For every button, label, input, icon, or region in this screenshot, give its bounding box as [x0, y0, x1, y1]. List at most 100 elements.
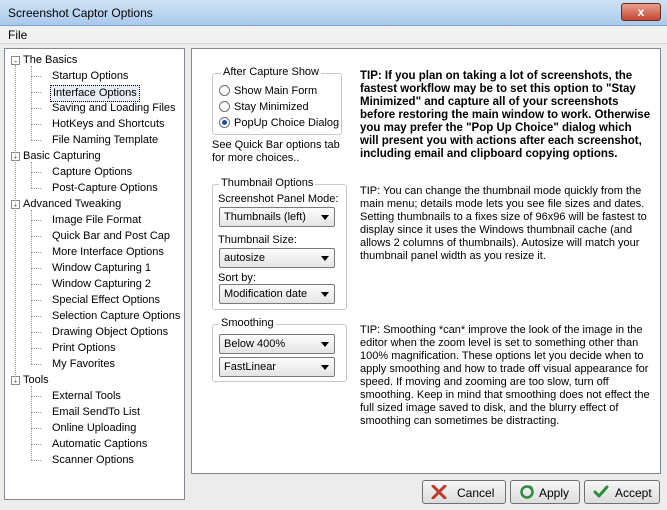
tree-connector	[31, 396, 41, 397]
tree-connector	[31, 162, 32, 188]
radio-show-main-form[interactable]: Show Main Form	[219, 84, 317, 98]
radio-stay-minimized[interactable]: Stay Minimized	[219, 100, 309, 114]
apply-button[interactable]: Apply	[510, 480, 580, 504]
sort-by-select[interactable]: Modification date	[219, 284, 335, 304]
tree-connector	[31, 316, 41, 317]
tree-connector	[31, 300, 41, 301]
tree-connector	[31, 66, 32, 140]
tree-connector	[31, 348, 41, 349]
tree-item-label: Drawing Object Options	[52, 326, 169, 338]
tree-item-label: Saving and Loading Files	[52, 102, 176, 114]
after-capture-legend: After Capture Show	[221, 66, 321, 78]
chevron-down-icon	[321, 292, 329, 297]
tree-item-label: External Tools	[52, 390, 121, 402]
title-bar: Screenshot Captor Options x	[0, 0, 667, 26]
thumbnail-size-select[interactable]: autosize	[219, 248, 335, 268]
tree-item-label: Interface Options	[50, 85, 140, 102]
menu-file[interactable]: File	[8, 28, 27, 42]
radio-dot[interactable]	[219, 117, 230, 128]
tree-item-label: Window Capturing 1	[52, 262, 152, 274]
panel-mode-value: Thumbnails (left)	[224, 211, 306, 223]
thumbnail-size-value: autosize	[224, 252, 265, 264]
tree-connector	[31, 332, 41, 333]
options-tree[interactable]: - The Basics Startup Options Interface Opti…	[4, 48, 185, 500]
tree-item-label: Advanced Tweaking	[23, 198, 122, 210]
tree-item-label: Image File Format	[52, 214, 142, 226]
tree-connector	[31, 460, 41, 461]
close-window-button[interactable]: x	[621, 3, 661, 21]
tree-item-label: Tools	[23, 374, 49, 386]
tree-item-label: HotKeys and Shortcuts	[52, 118, 165, 130]
tree-item-label: Scanner Options	[52, 454, 134, 466]
cancel-button-label: Cancel	[457, 486, 495, 500]
smoothing-method-value: FastLinear	[224, 361, 276, 373]
thumbnail-options-group: Thumbnail Options Screenshot Panel Mode:…	[212, 177, 347, 310]
tip-smoothing: TIP: Smoothing *can* improve the look of…	[360, 324, 650, 427]
tree-item-label: Post-Capture Options	[52, 182, 158, 194]
tree-item-label: File Naming Template	[52, 134, 159, 146]
smoothing-group: Smoothing Below 400% FastLinear	[212, 317, 347, 382]
panel-mode-label: Screenshot Panel Mode:	[218, 193, 339, 205]
tree-connector	[15, 65, 16, 385]
thumbnail-size-label: Thumbnail Size:	[218, 234, 297, 246]
quick-bar-note: See Quick Bar options tab for more choic…	[212, 139, 340, 164]
smoothing-legend: Smoothing	[219, 317, 276, 329]
tree-expander-icon[interactable]: -	[11, 56, 20, 66]
tree-item-label: Selection Capture Options	[52, 310, 181, 322]
chevron-down-icon	[321, 342, 329, 347]
tree-connector	[31, 428, 41, 429]
tree-connector	[31, 284, 41, 285]
options-pane: After Capture Show Show Main Form Stay M…	[191, 48, 661, 474]
menu-bar: File	[0, 26, 667, 44]
tree-item-label: Window Capturing 2	[52, 278, 152, 290]
tree-item-label: Automatic Captions	[52, 438, 148, 450]
tree-item-label: Basic Capturing	[23, 150, 101, 162]
sort-by-value: Modification date	[224, 288, 308, 300]
apply-button-label: Apply	[539, 486, 570, 500]
tip-after-capture: TIP: If you plan on taking a lot of scre…	[360, 70, 651, 160]
after-capture-group: After Capture Show Show Main Form Stay M…	[212, 66, 342, 135]
tree-item-label: Special Effect Options	[52, 294, 161, 306]
sort-by-label: Sort by:	[218, 272, 256, 284]
tree-connector	[31, 108, 41, 109]
tree-item-label: Capture Options	[52, 166, 133, 178]
thumbnail-options-legend: Thumbnail Options	[219, 177, 316, 189]
tree-connector	[31, 236, 41, 237]
tree-connector	[31, 210, 32, 364]
tree-connector	[31, 252, 41, 253]
accept-check-icon	[593, 485, 609, 498]
tree-connector	[31, 172, 41, 173]
radio-dot[interactable]	[219, 85, 230, 96]
tree-connector	[31, 268, 41, 269]
window-title: Screenshot Captor Options	[8, 6, 153, 20]
radio-dot[interactable]	[219, 101, 230, 112]
tree-connector	[31, 364, 41, 365]
tree-item-label: Online Uploading	[52, 422, 137, 434]
smoothing-zoom-value: Below 400%	[224, 338, 286, 350]
panel-mode-select[interactable]: Thumbnails (left)	[219, 207, 335, 227]
tree-connector	[31, 220, 41, 221]
tree-item-label: More Interface Options	[52, 246, 164, 258]
chevron-down-icon	[321, 365, 329, 370]
tree-connector	[31, 412, 41, 413]
smoothing-zoom-select[interactable]: Below 400%	[219, 334, 335, 354]
tree-connector	[31, 444, 41, 445]
tree-connector	[31, 124, 41, 125]
tree-item-label: The Basics	[23, 54, 78, 66]
cancel-x-icon	[431, 485, 447, 499]
apply-refresh-icon	[520, 485, 534, 499]
cancel-button[interactable]: Cancel	[422, 480, 506, 504]
accept-button[interactable]: Accept	[584, 480, 660, 504]
smoothing-method-select[interactable]: FastLinear	[219, 357, 335, 377]
tree-connector	[31, 188, 41, 189]
tree-item-label: Startup Options	[52, 70, 129, 82]
tree-item-label: Email SendTo List	[52, 406, 141, 418]
accept-button-label: Accept	[615, 486, 652, 500]
tree-connector	[31, 386, 32, 460]
tip-thumbnail: TIP: You can change the thumbnail mode q…	[360, 185, 647, 262]
tree-item-label: Quick Bar and Post Cap	[52, 230, 171, 242]
tree-connector	[31, 92, 41, 93]
tree-item-label: Print Options	[52, 342, 116, 354]
tree-connector	[31, 140, 41, 141]
radio-popup-choice-dialog[interactable]: PopUp Choice Dialog	[219, 116, 339, 130]
